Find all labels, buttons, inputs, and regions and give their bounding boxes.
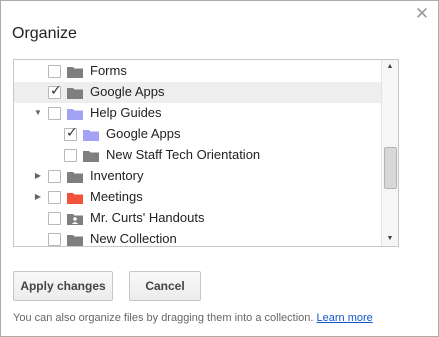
tree-item[interactable]: ▶ Inventory	[14, 166, 381, 187]
tree-item-label: Forms	[90, 63, 127, 78]
tree-item-label: Inventory	[90, 168, 144, 183]
tree-item-label: Mr. Curts' Handouts	[90, 210, 205, 225]
footer-hint: You can also organize files by dragging …	[13, 312, 373, 324]
scroll-down-icon[interactable]: ▼	[382, 232, 398, 246]
collection-checkbox[interactable]	[48, 65, 61, 78]
folder-icon	[67, 235, 83, 246]
folder-icon	[67, 109, 83, 120]
shared-folder-icon	[67, 214, 83, 225]
tree-item[interactable]: ▼ Help Guides	[14, 103, 381, 124]
folder-icon	[67, 67, 83, 78]
folder-icon	[67, 172, 83, 183]
tree-item[interactable]: New Staff Tech Orientation	[14, 145, 381, 166]
tree-item-label: New Staff Tech Orientation	[106, 147, 261, 162]
tree-item-label: New Collection	[90, 231, 177, 246]
collection-checkbox[interactable]	[48, 233, 61, 246]
checkmark-icon: ✓	[66, 124, 78, 140]
collection-tree: Forms ✓ Google Apps ▼ Help Guides ✓ Google App…	[13, 59, 399, 247]
collection-checkbox[interactable]	[48, 170, 61, 183]
expand-right-icon[interactable]: ▶	[34, 172, 42, 180]
expand-right-icon[interactable]: ▶	[34, 193, 42, 201]
organize-dialog: ✕ Organize Forms ✓ Google Apps ▼ Help Guides…	[0, 0, 439, 337]
expand-down-icon[interactable]: ▼	[34, 109, 42, 117]
collection-checkbox[interactable]: ✓	[48, 82, 62, 99]
folder-icon	[67, 88, 83, 99]
collection-checkbox[interactable]: ✓	[64, 124, 78, 141]
vertical-scrollbar[interactable]: ▲ ▼	[381, 60, 398, 246]
apply-changes-button[interactable]: Apply changes	[13, 271, 113, 301]
scroll-up-icon[interactable]: ▲	[382, 60, 398, 74]
footer-text: You can also organize files by dragging …	[13, 312, 314, 324]
folder-icon	[83, 151, 99, 162]
tree-item[interactable]: ▶ Meetings	[14, 187, 381, 208]
tree-item[interactable]: ✓ Google Apps	[14, 124, 381, 145]
tree-item-label: Google Apps	[106, 126, 181, 141]
close-icon[interactable]: ✕	[414, 5, 430, 22]
tree-item[interactable]: New Collection	[14, 229, 381, 246]
tree-item[interactable]: Forms	[14, 61, 381, 82]
tree-item-label: Google Apps	[90, 84, 165, 99]
collection-list: Forms ✓ Google Apps ▼ Help Guides ✓ Google App…	[14, 60, 381, 246]
learn-more-link[interactable]: Learn more	[317, 312, 373, 324]
checkmark-icon: ✓	[50, 82, 62, 98]
tree-item[interactable]: Mr. Curts' Handouts	[14, 208, 381, 229]
tree-item-label: Meetings	[90, 189, 143, 204]
folder-icon	[83, 130, 99, 141]
cancel-button[interactable]: Cancel	[129, 271, 201, 301]
folder-icon	[67, 193, 83, 204]
scroll-thumb[interactable]	[384, 147, 397, 189]
tree-item-label: Help Guides	[90, 105, 162, 120]
tree-item[interactable]: ✓ Google Apps	[14, 82, 381, 103]
collection-checkbox[interactable]	[48, 191, 61, 204]
collection-checkbox[interactable]	[64, 149, 77, 162]
collection-checkbox[interactable]	[48, 107, 61, 120]
dialog-title: Organize	[12, 25, 77, 42]
collection-checkbox[interactable]	[48, 212, 61, 225]
